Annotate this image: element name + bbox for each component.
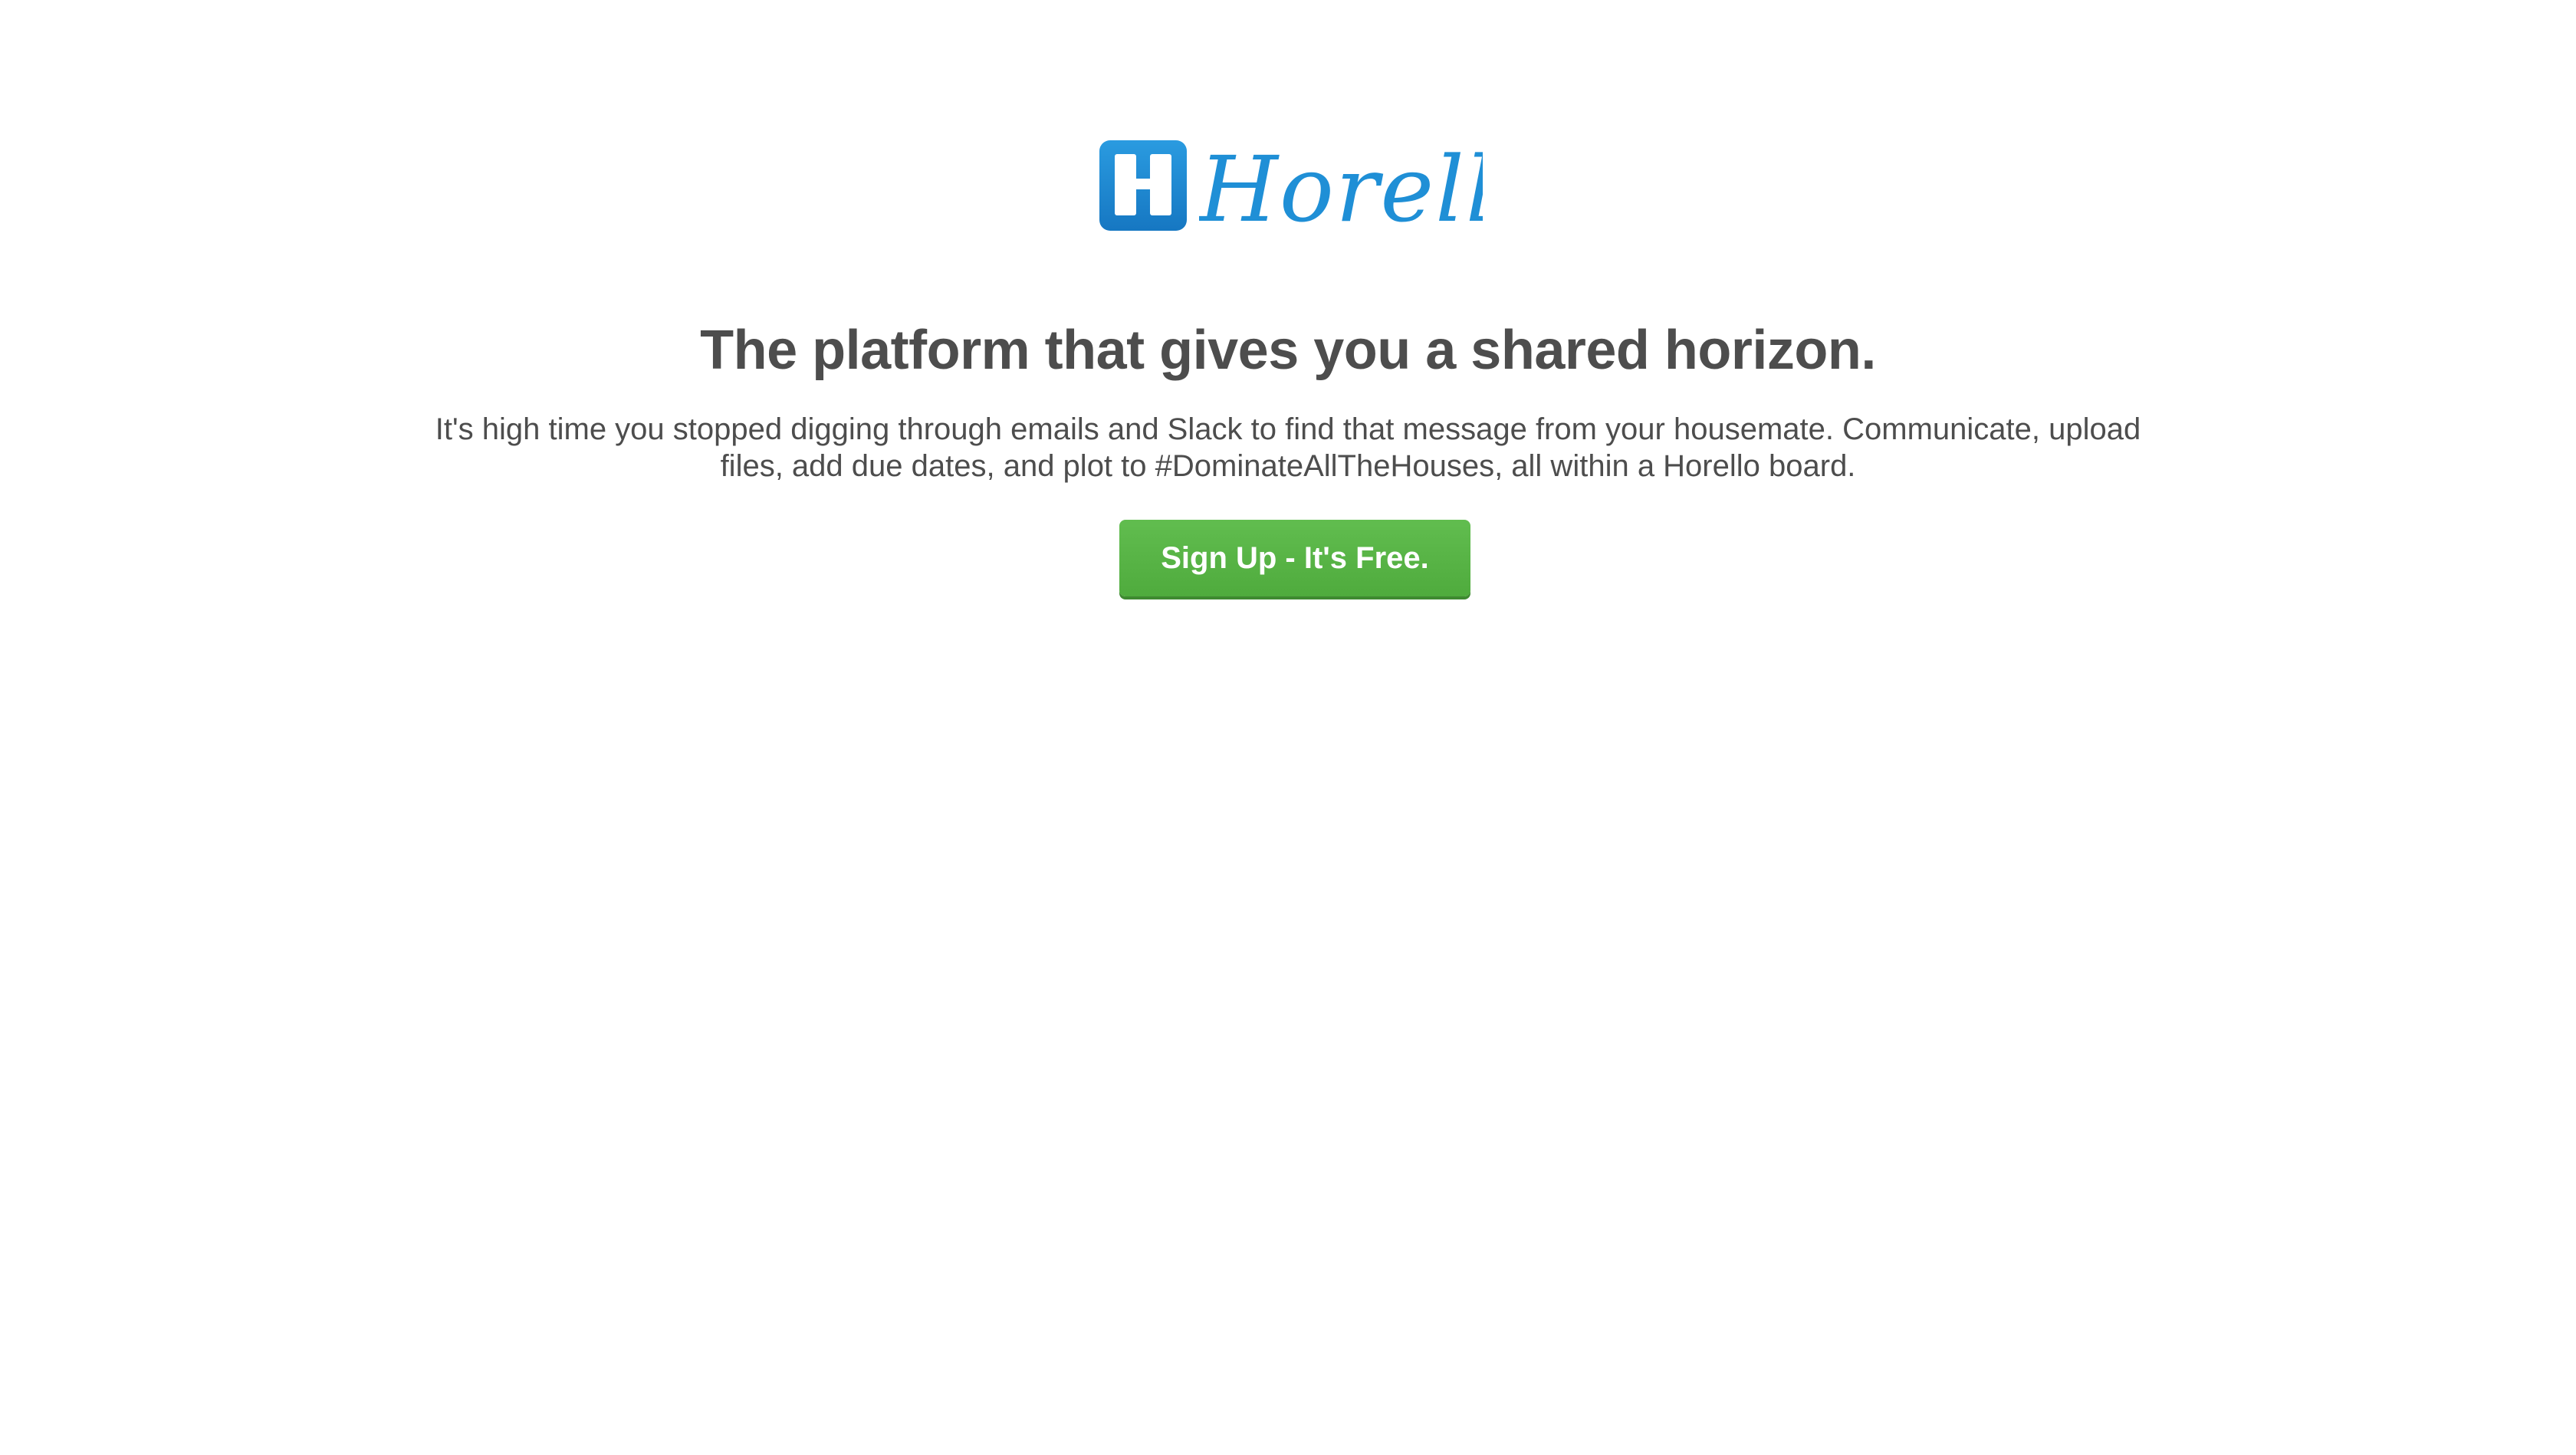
horello-wordmark: Horello [1199, 136, 1483, 235]
sign-up-button[interactable]: Sign Up - It's Free. [1119, 520, 1470, 596]
page-description: It's high time you stopped digging throu… [435, 412, 2141, 483]
horello-logo[interactable]: Horello [1098, 136, 1489, 235]
horello-board-icon [1099, 140, 1187, 231]
page-headline: The platform that gives you a shared hor… [700, 320, 1876, 381]
wordmark-text: Horello [1199, 136, 1483, 235]
landing-page: Horello The platform that gives you a sh… [0, 0, 2576, 1455]
